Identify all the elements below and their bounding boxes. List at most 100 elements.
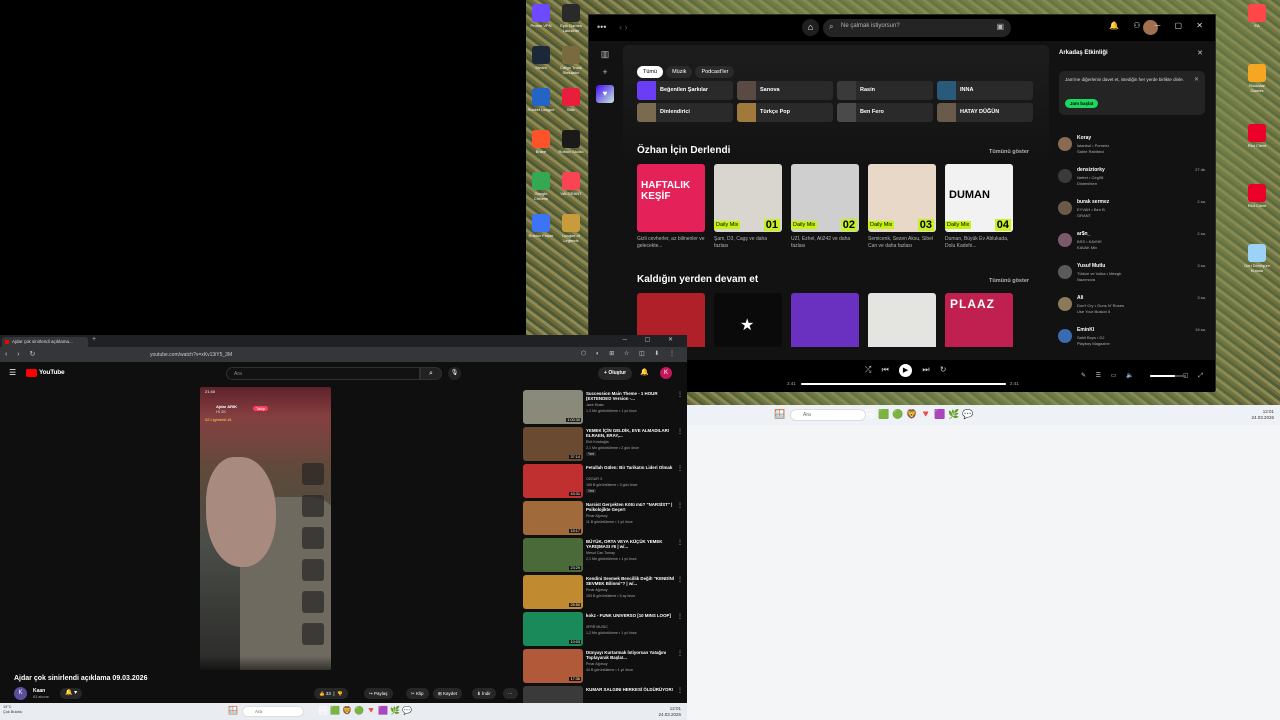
- clip-button[interactable]: ✂ Klip: [406, 688, 429, 699]
- notifications-icon[interactable]: 🔔: [640, 368, 649, 376]
- player-extra-controls[interactable]: ✎ ☰ ▭ 🔈 ▢ ⤢: [1081, 372, 1207, 380]
- desktop-icon[interactable]: Proton VPN: [527, 4, 555, 28]
- next-icon[interactable]: ⏭: [922, 365, 929, 374]
- youtube-logo-text[interactable]: YouTube: [39, 369, 65, 376]
- album-card[interactable]: YIN YANG: [868, 293, 936, 347]
- mix-card[interactable]: DUMAN Daily Mix 04 Duman, Büyük Ev Ablukada…: [945, 164, 1013, 250]
- friend-item[interactable]: Ali Don't Cry • Guns N' Roses Use Your Ill…: [1058, 295, 1208, 323]
- taskbar-app-icon[interactable]: 🏞: [318, 706, 328, 715]
- desktop-icon[interactable]: Riot Client: [1243, 184, 1271, 208]
- desktop-icon[interactable]: Google Chrome: [527, 172, 555, 201]
- video-player[interactable]: 21:40 Ajdar ARIK Hİ 2K Takip 02 Ligindek…: [200, 387, 331, 670]
- more-options-icon[interactable]: ⋮: [677, 687, 683, 694]
- taskbar-app-icon[interactable]: 🪟: [228, 706, 238, 715]
- taskbar-search[interactable]: Ara: [790, 409, 866, 421]
- show-all-link[interactable]: Tümünü göster: [989, 278, 1029, 284]
- share-button[interactable]: ↪ Paylaş: [364, 688, 393, 699]
- quick-access-item[interactable]: Beğenilen Şarkılar: [637, 81, 733, 100]
- taskbar-app-icon[interactable]: 🪟: [774, 409, 785, 420]
- desktop-icon[interactable]: Cargo Truck Simulator: [557, 46, 585, 75]
- more-actions-button[interactable]: ⋯: [503, 688, 518, 699]
- recommendation-item[interactable]: 23:29 BÜYÜK, ORTA VEYA KÜÇÜK YEMEK YARIŞM…: [523, 538, 683, 573]
- youtube-search-input[interactable]: Ara: [226, 367, 420, 380]
- more-options-icon[interactable]: ⋮: [677, 576, 683, 583]
- close-icon[interactable]: ✕: [1197, 49, 1203, 57]
- taskbar-app-icon[interactable]: 🔻: [920, 409, 931, 420]
- quick-access-item[interactable]: Türkçe Pop: [737, 103, 833, 122]
- recommendation-item[interactable]: 15:17 Narsist Gerçekten Kötü mü? "NARSİST…: [523, 501, 683, 536]
- quick-access-item[interactable]: INNA: [937, 81, 1033, 100]
- taskbar-app-icon[interactable]: 🔻: [366, 706, 376, 715]
- desktop-icon[interactable]: Brave: [527, 130, 555, 154]
- subscribe-bell-button[interactable]: 🔔 ▾: [60, 688, 83, 699]
- play-button[interactable]: ▶: [899, 364, 913, 377]
- more-options-icon[interactable]: ⋮: [677, 613, 683, 620]
- taskbar-app-icon[interactable]: 💬: [402, 706, 412, 715]
- create-button[interactable]: + Oluştur: [598, 367, 633, 380]
- desktop-icon[interactable]: Roblox Studio: [557, 130, 585, 154]
- album-card[interactable]: PLAAZKhontkar, Burry: [945, 293, 1013, 347]
- recommendation-item[interactable]: 1:00:30 Succession Main Theme - 1 HOUR (E…: [523, 390, 683, 425]
- filter-chip[interactable]: Müzik: [666, 66, 693, 78]
- quick-access-item[interactable]: Sanova: [737, 81, 833, 100]
- desktop-icon[interactable]: Steam: [527, 46, 555, 70]
- desktop-icon[interactable]: Epic Games Launcher: [557, 4, 585, 33]
- menu-dots-icon[interactable]: •••: [597, 22, 606, 32]
- recommendation-item[interactable]: 37:14 YEMEK İÇİN GELDİK, EVE ALMADILAR! E…: [523, 427, 683, 462]
- desktop-icon[interactable]: Rocket League: [527, 88, 555, 112]
- recommendation-item[interactable]: 25:50 Kendini Sevmek Bencillik Değil! "KE…: [523, 575, 683, 610]
- like-button[interactable]: 👍 33 | 👎: [314, 688, 348, 699]
- browse-icon[interactable]: ▣: [996, 22, 1004, 31]
- friend-item[interactable]: Yusuf Mutlu Türkce ve Volka • Meegh Nazımo…: [1058, 263, 1208, 291]
- library-icon[interactable]: ▥: [591, 49, 619, 60]
- more-options-icon[interactable]: ⋮: [677, 650, 683, 657]
- album-card[interactable]: Makaveli (Deluxe): [791, 293, 859, 347]
- more-options-icon[interactable]: ⋮: [677, 391, 683, 398]
- friend-item[interactable]: densiztorky Nefret • Ceg08 Dinlenirken 27 d…: [1058, 167, 1208, 195]
- new-tab-button[interactable]: +: [92, 336, 96, 343]
- friend-item[interactable]: EminKl Sahil Boys • DJ Playboy Magazine 19 …: [1058, 327, 1208, 355]
- friend-item[interactable]: burak sermez EYVAH • Ben B GRANT 2 sa.: [1058, 199, 1208, 227]
- weather-widget[interactable]: 19°C Çok Bulutlu: [3, 705, 22, 715]
- taskbar-app-icon[interactable]: 🟩: [330, 706, 340, 715]
- avatar[interactable]: K: [660, 367, 672, 379]
- nav-arrows-icon[interactable]: ‹ ›: [619, 22, 628, 32]
- hamburger-icon[interactable]: ☰: [9, 368, 16, 377]
- taskbar-app-icon[interactable]: 💬: [962, 409, 973, 420]
- more-options-icon[interactable]: ⋮: [677, 502, 683, 509]
- video-controls-bar[interactable]: [200, 656, 331, 670]
- desktop-icon[interactable]: VALORANT: [557, 172, 585, 196]
- desktop-icon[interactable]: League of Legends: [557, 214, 585, 243]
- taskbar-app-icon[interactable]: 🦁: [342, 706, 352, 715]
- desktop-icon[interactable]: Riot Client: [1243, 124, 1271, 148]
- recommendation-item[interactable]: 17:36 Dünyayı Kurtarmak İstiyorsan Yatağı…: [523, 649, 683, 684]
- window-controls[interactable]: ─ ▢ ✕: [623, 336, 681, 343]
- taskbar-app-icon[interactable]: 🟢: [892, 409, 903, 420]
- url-field[interactable]: youtube.com/watch?v=xKv13iY5_3M: [124, 350, 579, 360]
- spotify-search-input[interactable]: ⌕ Ne çalmak istiyorsun? ▣: [823, 19, 1011, 37]
- album-card[interactable]: ★: [714, 293, 782, 347]
- search-icon[interactable]: ⌕: [420, 367, 442, 380]
- show-all-link[interactable]: Tümünü göster: [989, 149, 1029, 155]
- taskbar-app-icon[interactable]: 🌿: [390, 706, 400, 715]
- window-controls[interactable]: 🔔 ⚇ ─ ▢ ✕: [1109, 21, 1209, 30]
- taskbar-app-icon[interactable]: 🟢: [354, 706, 364, 715]
- friend-item[interactable]: ar$n_ BSS • KAVHE KAVAK Mix 2 sa.: [1058, 231, 1208, 259]
- taskbar-app-icon[interactable]: 🟪: [378, 706, 388, 715]
- more-options-icon[interactable]: ⋮: [677, 539, 683, 546]
- filter-chip[interactable]: Tümü: [637, 66, 664, 78]
- repeat-icon[interactable]: ↻: [940, 365, 947, 374]
- taskbar-app-icon[interactable]: 🦁: [906, 409, 917, 420]
- desktop-icon[interactable]: Geri Dönüşüm Kutusu: [1243, 244, 1271, 273]
- more-options-icon[interactable]: ⋮: [677, 428, 683, 435]
- quick-access-item[interactable]: Ben Fero: [837, 103, 933, 122]
- mix-card[interactable]: HAFTALIK KEŞİF Gizli cevherler, az biline…: [637, 164, 705, 250]
- close-icon[interactable]: ✕: [1194, 76, 1199, 83]
- nav-buttons[interactable]: ‹ › ↻: [5, 350, 39, 358]
- progress-bar[interactable]: [801, 383, 1006, 385]
- channel-name[interactable]: Kaan: [33, 688, 45, 694]
- add-icon[interactable]: +: [591, 67, 619, 77]
- tab-youtube[interactable]: Ajdar çok sinirlendi açıklama...: [2, 337, 88, 347]
- desktop-icon[interactable]: Rockstar Games: [1243, 64, 1271, 93]
- youtube-logo-icon[interactable]: [26, 369, 37, 377]
